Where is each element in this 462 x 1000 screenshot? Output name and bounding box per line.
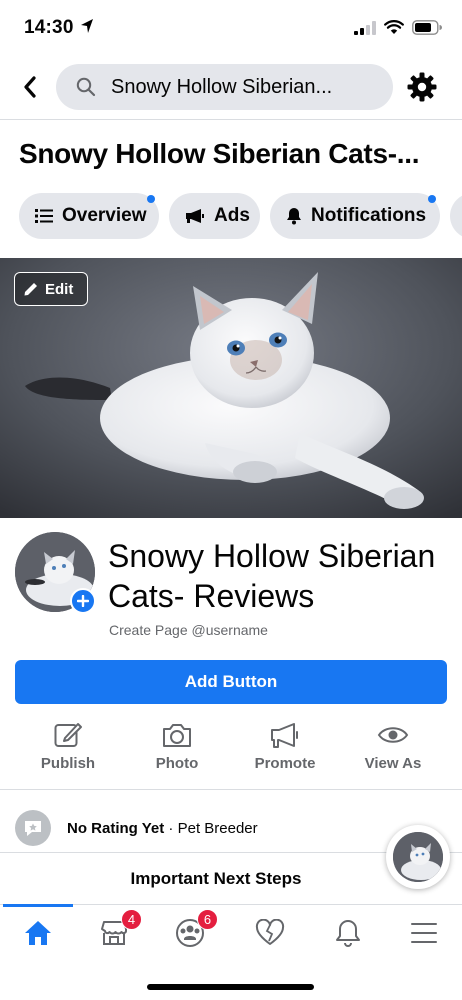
home-indicator (147, 984, 314, 990)
nav-groups[interactable]: 6 (168, 909, 218, 951)
tab-bar: Overview Ads Notifications (19, 193, 462, 239)
nav-marketplace[interactable]: 4 (92, 909, 142, 951)
chevron-left-icon (24, 76, 36, 98)
status-indicators (354, 20, 442, 35)
review-icon (15, 810, 51, 846)
tab-more[interactable] (450, 193, 462, 239)
bottom-nav-bar: 4 6 (0, 904, 462, 960)
tab-notifications[interactable]: Notifications (270, 193, 440, 239)
camera-icon (127, 718, 227, 752)
tab-label: Ads (214, 205, 250, 226)
chat-head-avatar (393, 832, 443, 882)
bell-icon (286, 207, 302, 225)
chat-head-bubble[interactable] (386, 825, 450, 889)
edit-icon (18, 718, 118, 752)
tab-overview[interactable]: Overview (19, 193, 159, 239)
notification-badge: 4 (121, 909, 142, 930)
action-label: Promote (254, 755, 316, 772)
notification-badge: 6 (197, 909, 218, 930)
search-query: Snowy Hollow Siberian... (111, 76, 333, 98)
page-category: Pet Breeder (177, 819, 258, 837)
nav-dating[interactable] (248, 915, 292, 951)
wifi-icon (384, 20, 404, 34)
divider (0, 119, 462, 120)
edit-label: Edit (45, 280, 74, 298)
pencil-icon (24, 283, 37, 296)
search-bar[interactable]: Snowy Hollow Siberian... (56, 64, 393, 110)
notification-dot (147, 195, 155, 203)
action-label: View As (364, 755, 422, 772)
megaphone-icon (235, 718, 335, 752)
gear-icon (407, 72, 437, 102)
status-time: 14:30 (24, 17, 74, 38)
page-title: Snowy Hollow Siberian Cats-... (19, 138, 420, 169)
bell-icon (336, 920, 360, 947)
top-nav-bar: Snowy Hollow Siberian... (0, 62, 462, 112)
action-row: Publish Photo Promote View As (0, 718, 462, 782)
create-username-link[interactable]: Create Page @username (109, 622, 268, 638)
action-label: Photo (155, 755, 199, 772)
add-photo-button[interactable] (70, 588, 96, 614)
publish-button[interactable]: Publish (18, 718, 118, 772)
back-button[interactable] (16, 72, 44, 102)
add-button[interactable]: Add Button (15, 660, 447, 704)
edit-cover-button[interactable]: Edit (14, 272, 88, 306)
rating-separator: · (164, 819, 178, 837)
tab-label: Overview (62, 205, 147, 226)
photo-button[interactable]: Photo (127, 718, 227, 772)
battery-icon (412, 20, 442, 35)
menu-icon (411, 923, 437, 943)
divider (0, 789, 462, 790)
active-tab-indicator (3, 904, 73, 907)
list-icon (35, 208, 53, 224)
plus-icon (77, 595, 89, 607)
rating-summary: No Rating Yet · Pet Breeder (67, 820, 258, 837)
notification-dot (428, 195, 436, 203)
megaphone-icon (185, 208, 205, 224)
rating-status: No Rating Yet (67, 819, 165, 837)
nav-menu[interactable] (402, 915, 446, 951)
search-icon (76, 77, 96, 97)
tab-ads[interactable]: Ads (169, 193, 260, 239)
dating-icon (255, 919, 285, 945)
tab-label: Notifications (311, 205, 427, 226)
status-bar: 14:30 (0, 0, 462, 56)
action-label: Publish (40, 755, 96, 772)
cover-photo[interactable]: Edit (0, 258, 462, 518)
home-icon (25, 921, 51, 945)
promote-button[interactable]: Promote (235, 718, 335, 772)
nav-home[interactable] (16, 915, 60, 951)
page-name: Snowy Hollow Siberian Cats- Reviews (108, 538, 436, 614)
nav-notifications[interactable] (326, 915, 370, 951)
eye-icon (343, 718, 443, 752)
location-arrow-icon (81, 19, 93, 33)
signal-icon (354, 20, 376, 35)
rating-row[interactable]: No Rating Yet · Pet Breeder (15, 810, 375, 846)
settings-button[interactable] (406, 71, 438, 103)
view-as-button[interactable]: View As (343, 718, 443, 772)
next-steps-label: Important Next Steps (130, 868, 302, 888)
